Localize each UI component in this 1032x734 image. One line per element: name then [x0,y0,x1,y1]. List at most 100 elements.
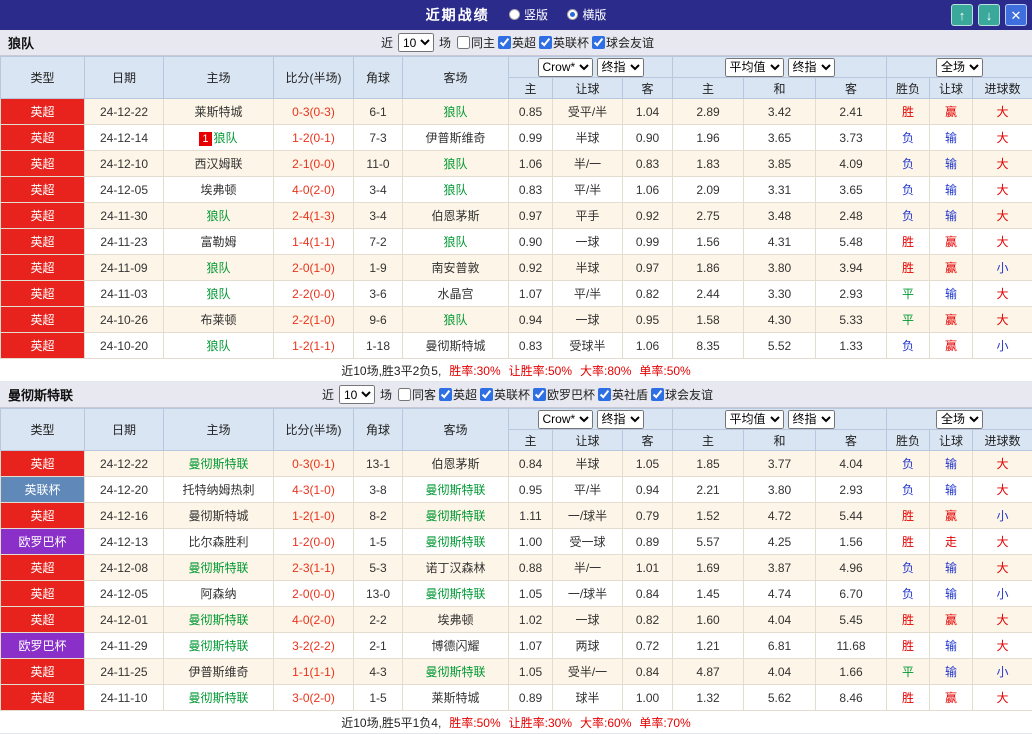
home-team-cell: 曼彻斯特联 [164,607,274,633]
fulltime-select[interactable]: 全场 [936,410,983,429]
score-cell: 1-2(1-0) [274,503,354,529]
result-handicap-cell: 赢 [930,503,973,529]
date-cell: 24-12-08 [85,555,164,581]
home-team-cell: 曼彻斯特城 [164,503,274,529]
checkbox-input[interactable] [533,388,546,401]
result-handicap-cell: 赢 [930,607,973,633]
final-odds-select[interactable]: 终指 [788,58,835,77]
summary-part: 单率:50% [639,362,690,379]
final-odds-select[interactable]: 终指 [597,410,644,429]
fulltime-select[interactable]: 全场 [936,58,983,77]
date-cell: 24-10-26 [85,307,164,333]
header-subcolumn-label: 和 [744,78,816,99]
team-title: 狼队 [8,33,34,52]
scroll-down-button[interactable]: ↓ [978,4,1000,26]
avg-away-cell: 6.70 [816,581,887,607]
league-filter-checkbox[interactable]: 英超 [439,386,477,403]
header-column-label: 类型 [1,57,85,99]
away-odds-cell: 0.84 [623,581,673,607]
handicap-cell: 两球 [553,633,623,659]
header-column-label: 客场 [403,409,509,451]
handicap-cell: 受平/半 [553,99,623,125]
checkbox-input[interactable] [480,388,493,401]
checkbox-input[interactable] [439,388,452,401]
checkbox-input[interactable] [398,388,411,401]
summary-part: 近10场,胜5平1负4, [341,714,441,731]
header-subcolumn-label: 让球 [930,78,973,99]
header-column-label: 角球 [354,409,403,451]
checkbox-input[interactable] [498,36,511,49]
recent-label: 近 [322,386,334,403]
header-column-label: 客场 [403,57,509,99]
final-odds-select[interactable]: 终指 [597,58,644,77]
close-button[interactable]: ✕ [1005,4,1027,26]
filter-bar: 近10场同主英超英联杯球会友谊 [378,33,654,52]
team-name: 曼彻斯特城 [425,339,485,353]
league-type-cell: 英超 [1,151,85,177]
team-name: 曼彻斯特联 [188,639,248,653]
team-name: 布莱顿 [200,313,236,327]
layout-radio-horizontal[interactable]: 横版 [567,6,606,23]
league-filter-checkbox[interactable]: 英社盾 [598,386,648,403]
away-team-cell: 曼彻斯特联 [403,477,509,503]
league-filter-checkbox[interactable]: 球会友谊 [651,386,713,403]
league-type-cell: 英超 [1,659,85,685]
avg-home-cell: 1.69 [673,555,744,581]
result-outcome-cell: 负 [887,151,930,177]
match-count-select[interactable]: 10 [398,33,434,52]
score-cell: 2-2(1-0) [274,307,354,333]
home-team-cell: 埃弗顿 [164,177,274,203]
checkbox-input[interactable] [592,36,605,49]
summary-part: 单率:70% [639,714,690,731]
summary-line: 近10场,胜3平2负5,胜率:30%让胜率:50%大率:80%单率:50% [0,359,1032,382]
home-odds-cell: 0.97 [509,203,553,229]
league-filter-checkbox[interactable]: 英联杯 [480,386,530,403]
odds-provider-select[interactable]: Crow* [538,410,593,429]
odds-provider-select[interactable]: Crow* [538,58,593,77]
result-handicap-cell: 赢 [930,307,973,333]
avg-home-cell: 1.45 [673,581,744,607]
league-filter-checkbox[interactable]: 英超 [498,34,536,51]
score-cell: 2-0(1-0) [274,255,354,281]
corners-cell: 3-4 [354,177,403,203]
header-subcolumn-label: 客 [816,430,887,451]
home-odds-cell: 0.89 [509,685,553,711]
header-column-label: 比分(半场) [274,409,354,451]
away-team-cell: 伯恩茅斯 [403,203,509,229]
score-cell: 1-2(0-0) [274,529,354,555]
checkbox-input[interactable] [457,36,470,49]
league-filter-checkbox[interactable]: 欧罗巴杯 [533,386,595,403]
result-handicap-cell: 输 [930,451,973,477]
league-filter-checkbox[interactable]: 球会友谊 [592,34,654,51]
layout-radio-vertical[interactable]: 竖版 [509,6,548,23]
date-cell: 24-11-29 [85,633,164,659]
average-odds-select[interactable]: 平均值 [725,410,784,429]
date-cell: 24-11-10 [85,685,164,711]
header-column-label: 比分(半场) [274,57,354,99]
match-row: 英超24-12-141狼队1-2(0-1)7-3伊普斯维奇0.99半球0.901… [1,125,1032,151]
result-outcome-cell: 胜 [887,229,930,255]
match-count-select[interactable]: 10 [339,385,375,404]
corners-cell: 3-8 [354,477,403,503]
final-odds-select[interactable]: 终指 [788,410,835,429]
league-filter-checkbox[interactable]: 英联杯 [539,34,589,51]
down-arrow-icon: ↓ [986,8,993,23]
result-outcome-cell: 负 [887,555,930,581]
checkbox-input[interactable] [651,388,664,401]
handicap-cell: 平/半 [553,477,623,503]
header-subcolumn-label: 进球数 [973,430,1032,451]
league-filter-checkbox[interactable]: 同客 [398,386,436,403]
result-handicap-cell: 输 [930,151,973,177]
home-odds-cell: 0.85 [509,99,553,125]
result-outcome-cell: 负 [887,177,930,203]
average-odds-select[interactable]: 平均值 [725,58,784,77]
match-row: 英超24-12-22莱斯特城0-3(0-3)6-1狼队0.85受平/半1.042… [1,99,1032,125]
league-filter-checkbox[interactable]: 同主 [457,34,495,51]
team-name: 托特纳姆热刺 [182,483,254,497]
checkbox-input[interactable] [539,36,552,49]
date-cell: 24-11-23 [85,229,164,255]
scroll-up-button[interactable]: ↑ [951,4,973,26]
checkbox-input[interactable] [598,388,611,401]
home-odds-cell: 0.88 [509,555,553,581]
header-column-label: 角球 [354,57,403,99]
